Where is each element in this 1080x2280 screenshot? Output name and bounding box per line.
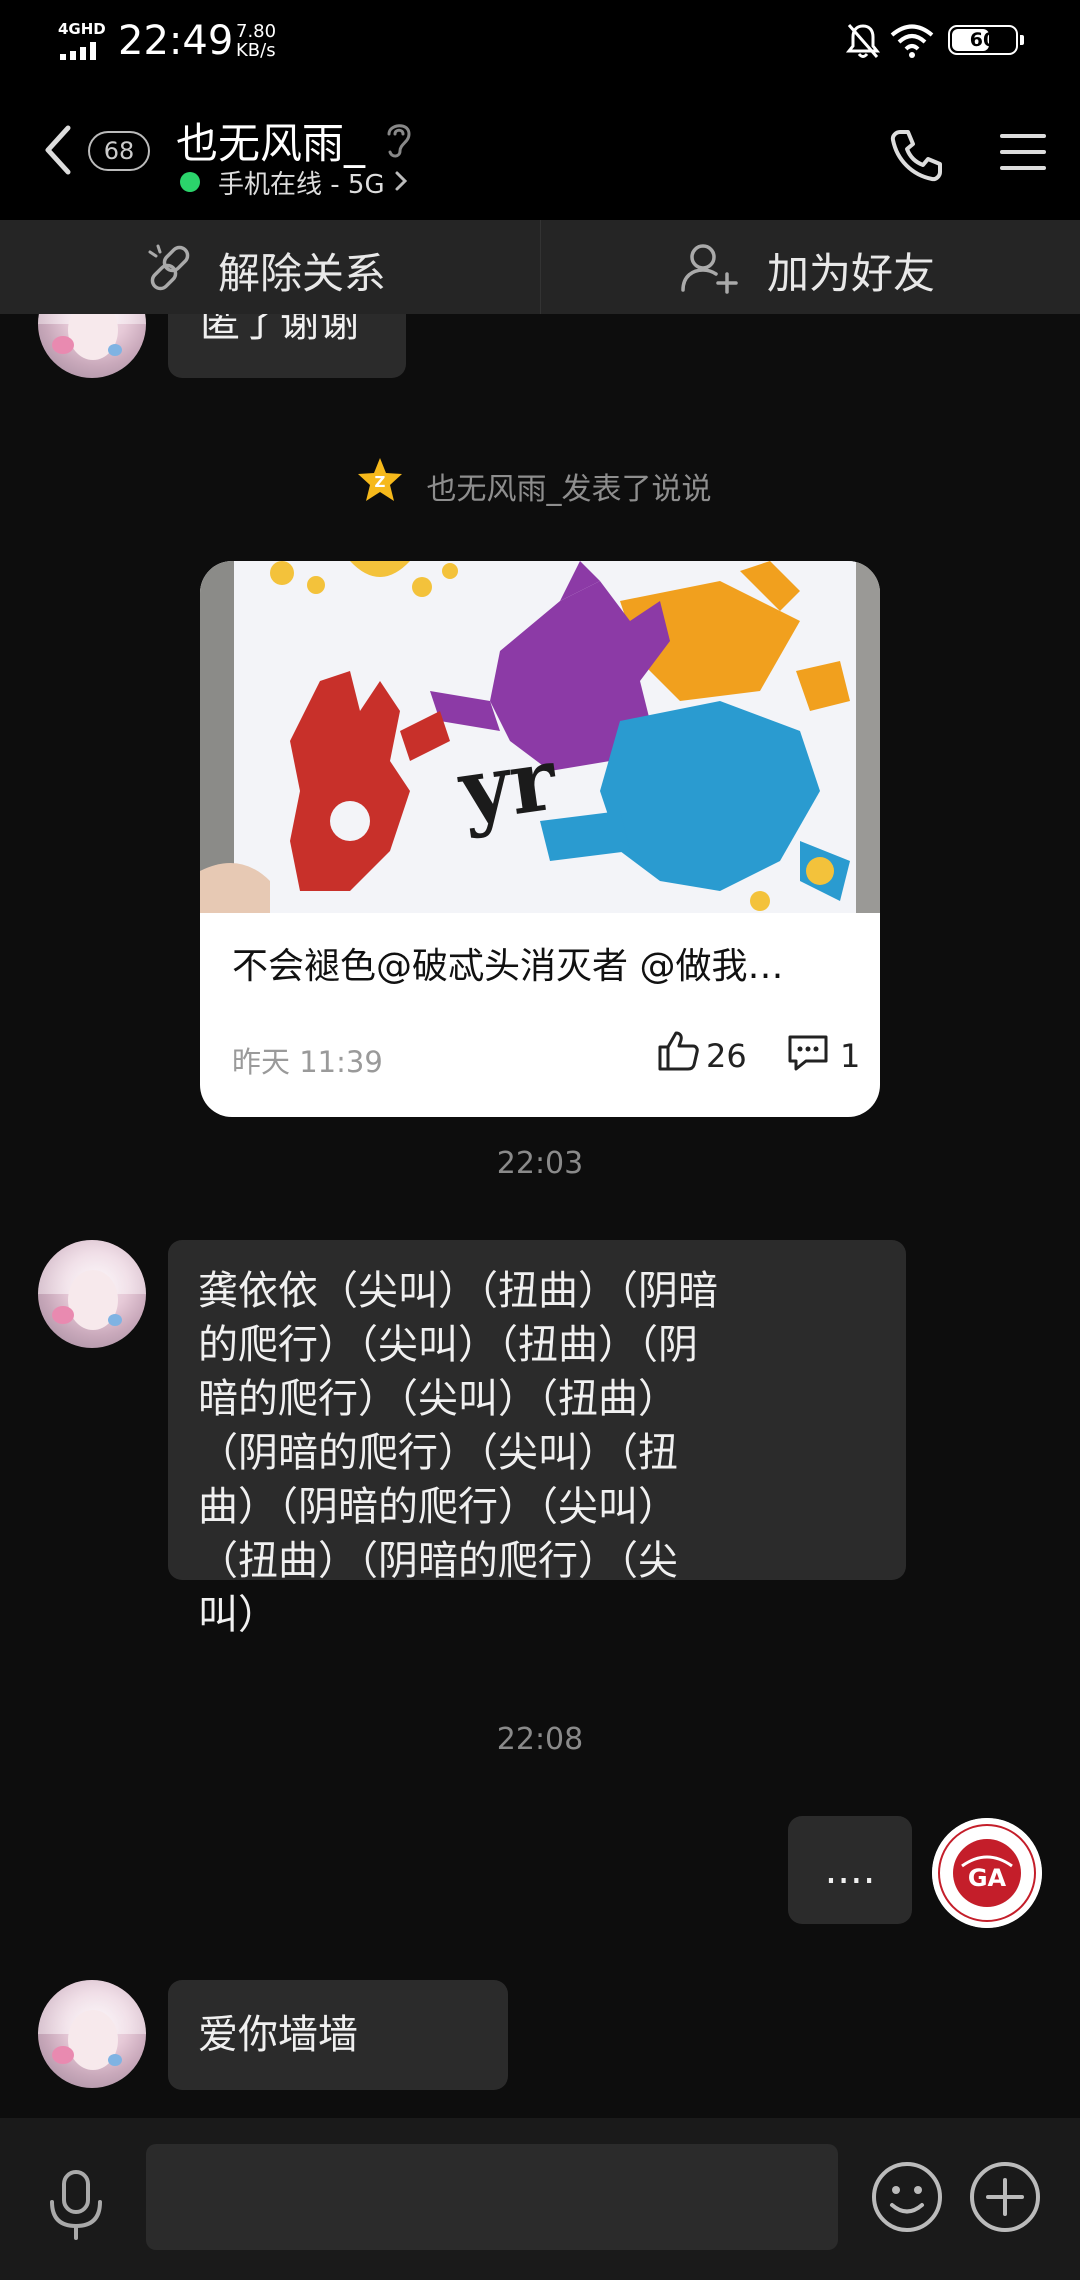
ear-icon[interactable] — [384, 118, 414, 160]
message-input[interactable] — [146, 2144, 838, 2250]
message-bubble[interactable]: 龚依依（尖叫）（扭曲）（阴暗 的爬行）（尖叫）（扭曲）（阴 暗的爬行）（尖叫）（… — [168, 1240, 906, 1638]
thumbs-up-icon[interactable] — [656, 1029, 700, 1073]
online-status-dot — [180, 172, 200, 192]
back-icon[interactable] — [42, 124, 72, 176]
battery-text: 60 — [969, 29, 997, 51]
relationship-action-bar: 解除关系 加为好友 — [0, 220, 1080, 314]
contact-avatar[interactable] — [38, 314, 146, 378]
chevron-right-icon[interactable] — [394, 170, 408, 192]
my-message-bubble[interactable]: .... — [788, 1816, 912, 1924]
unlink-button[interactable]: 解除关系 — [0, 220, 540, 314]
my-avatar-text: GA — [968, 1864, 1007, 1892]
unread-count-badge[interactable]: 68 — [88, 131, 150, 171]
feed-time: 昨天 11:39 — [232, 1045, 383, 1079]
clock: 22:49 — [118, 18, 234, 64]
message-text: 爱你墙墙 — [198, 2012, 358, 2058]
mic-icon[interactable] — [44, 2168, 108, 2242]
like-count: 26 — [706, 1037, 747, 1075]
message-text: .... — [824, 1847, 876, 1893]
emoji-icon[interactable] — [870, 2160, 944, 2234]
comment-count: 1 — [840, 1037, 861, 1075]
network-speed: 7.80 KB/s — [236, 22, 276, 60]
unlink-icon — [148, 244, 190, 291]
online-status-text[interactable]: 手机在线 - 5G — [218, 164, 385, 201]
menu-icon[interactable] — [1000, 132, 1046, 172]
status-bar: 4GHD 22:49 7.80 KB/s 60 — [0, 0, 1080, 84]
feed-caption[interactable]: 不会褪色@破忒头消灭者 @做我… — [232, 937, 783, 989]
message-line: 的爬行）（尖叫）（扭曲）（阴 — [198, 1322, 698, 1368]
message-line: （阴暗的爬行）（尖叫）（扭 — [198, 1430, 678, 1476]
unlink-label: 解除关系 — [218, 249, 387, 298]
message-list[interactable]: 匿了谢谢 Z 也无风雨_发表了说说 yr 不会褪色@破忒头消灭者 @做我… 昨天… — [0, 314, 1080, 2118]
message-text: 匿了谢谢 — [200, 314, 360, 346]
my-avatar[interactable]: GA — [932, 1818, 1042, 1928]
message-line: 曲）（阴暗的爬行）（尖叫） — [198, 1484, 678, 1530]
signal-icon — [60, 42, 96, 60]
phone-icon[interactable] — [886, 126, 946, 186]
timestamp: 22:03 — [496, 1146, 584, 1181]
speed-value: 7.80 — [236, 21, 277, 42]
message-line: 叫） — [198, 1592, 278, 1638]
network-type: 4GHD — [58, 20, 106, 38]
mute-icon — [846, 24, 880, 58]
contact-avatar[interactable] — [38, 1980, 146, 2088]
message-line: （扭曲）（阴暗的爬行）（尖 — [198, 1538, 678, 1584]
speed-unit: KB/s — [236, 40, 276, 61]
message-line: 暗的爬行）（尖叫）（扭曲） — [198, 1376, 678, 1422]
add-friend-button[interactable]: 加为好友 — [540, 220, 1080, 314]
post-notice: 也无风雨_发表了说说 — [426, 472, 712, 507]
contact-avatar[interactable] — [38, 1240, 146, 1348]
signal-indicator: 4GHD — [58, 20, 108, 60]
add-friend-icon — [681, 244, 738, 294]
wifi-icon — [890, 24, 934, 58]
message-bubble[interactable]: 爱你墙墙😚😚 — [168, 1980, 508, 2090]
message-text: 龚依依（尖叫）（扭曲）（阴暗 的爬行）（尖叫）（扭曲）（阴 暗的爬行）（尖叫）（… — [198, 1264, 876, 1642]
timestamp: 22:08 — [496, 1722, 584, 1757]
message-bubble[interactable]: 匿了谢谢 — [168, 314, 406, 378]
battery-icon: 60 — [948, 25, 1018, 55]
chat-header: 68 也无风雨_ 手机在线 - 5G — [0, 84, 1080, 220]
input-bar — [0, 2118, 1080, 2280]
feed-post-card[interactable]: yr 不会褪色@破忒头消灭者 @做我… 昨天 11:39 26 1 — [200, 561, 880, 1117]
battery-tip — [1020, 35, 1024, 45]
comment-icon[interactable] — [786, 1033, 830, 1073]
chat-title[interactable]: 也无风雨_ — [176, 110, 365, 171]
plus-icon[interactable] — [968, 2160, 1042, 2234]
feed-image-text: yr — [451, 728, 563, 842]
add-friend-label: 加为好友 — [767, 249, 936, 298]
message-line: 龚依依（尖叫）（扭曲）（阴暗 — [198, 1268, 718, 1314]
feed-image[interactable]: yr — [200, 561, 880, 913]
